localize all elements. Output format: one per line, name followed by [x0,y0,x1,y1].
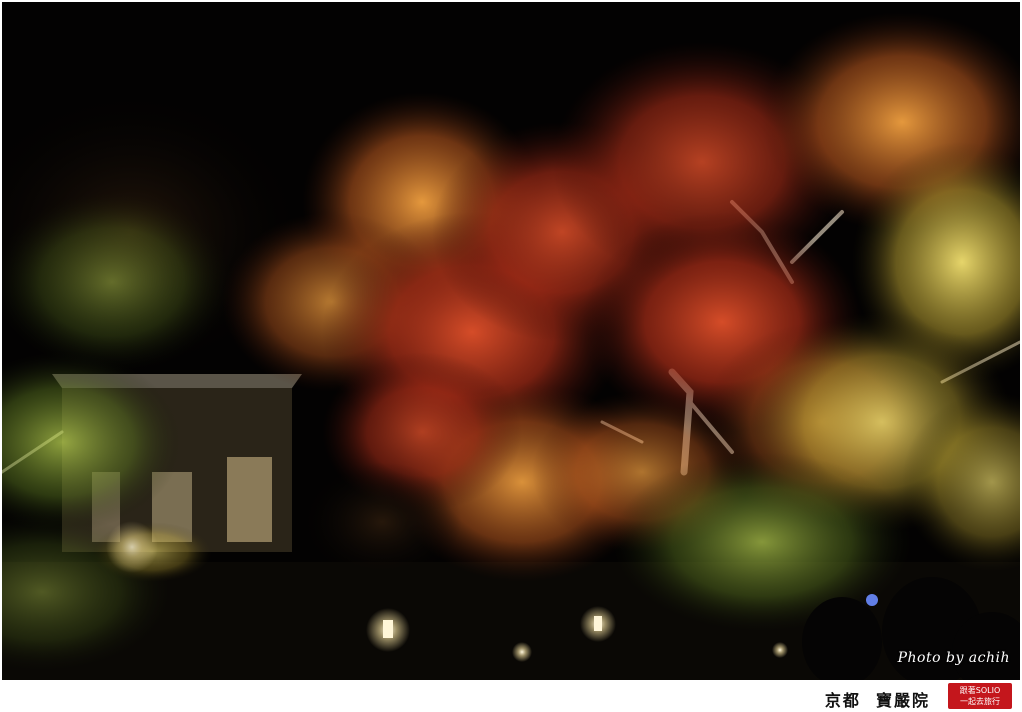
stamp-line-1: 跟著SOLIO [959,686,1001,695]
photo-frame: Photo by achih 京都 寶嚴院 跟著SOLIO 一起去旅行 [0,0,1022,712]
caption-bar: 京都 寶嚴院 跟著SOLIO 一起去旅行 [0,682,1022,712]
autumn-maple-photo: Photo by achih [2,2,1020,680]
solio-stamp-logo: 跟著SOLIO 一起去旅行 [948,683,1012,709]
photo-watermark: Photo by achih [897,650,1010,666]
maple-scene-illustration [2,2,1020,680]
location-caption: 京都 寶嚴院 [824,691,930,710]
stamp-line-2: 一起去旅行 [960,697,1000,706]
